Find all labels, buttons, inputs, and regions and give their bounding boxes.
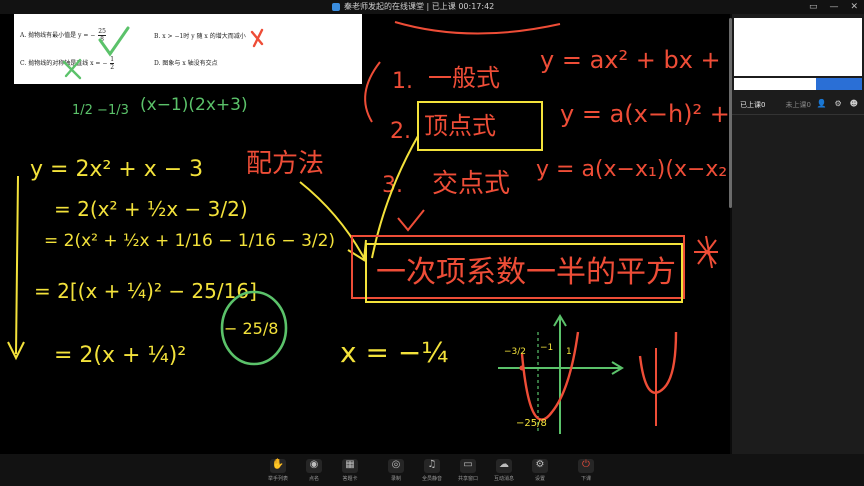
form-2-eq: y = a(x−h)² + k — [560, 100, 730, 128]
yellow-arrow-left — [7, 175, 25, 361]
power-icon: ⏻ — [578, 458, 594, 473]
axis-equation: x = −¼ — [340, 336, 448, 369]
close-icon[interactable]: ✕ — [850, 0, 858, 14]
mute-all-button[interactable]: ♫ 全员静音 — [414, 454, 450, 486]
check-mark-a — [98, 26, 130, 57]
sidebar-icons: 👤 ⚙ ☻ — [817, 99, 858, 108]
sidebar-divider — [732, 114, 864, 115]
graph-root-left — [519, 365, 525, 371]
form-2-name: 顶点式 — [424, 112, 496, 140]
answer-card-button[interactable]: ▦ 答题卡 — [332, 454, 368, 486]
minimize-icon[interactable]: — — [829, 0, 838, 14]
derivation-line-2: = 2(x² + ½x − 3/2) — [54, 197, 248, 221]
video-bar — [734, 78, 862, 90]
tab-absent[interactable]: 未上课0 — [785, 100, 810, 110]
hand-list-button[interactable]: ✋ 举手列表 — [260, 454, 296, 486]
form-3-num: 3. — [382, 173, 403, 198]
end-class-label: 下课 — [580, 475, 591, 482]
tab-attended[interactable]: 已上课0 — [740, 100, 765, 110]
teacher-video — [734, 18, 862, 76]
graph-label-right: 1 — [566, 347, 572, 357]
cross-mark-b — [250, 28, 264, 48]
record-label: 录制 — [390, 475, 401, 482]
red-star — [694, 235, 718, 269]
settings-button[interactable]: ⚙ 设置 — [522, 454, 558, 486]
share-window-label: 共享窗口 — [457, 475, 478, 482]
messages-button[interactable]: ☁ 互动消息 — [486, 454, 522, 486]
end-class-button[interactable]: ⏻ 下课 — [568, 454, 604, 486]
derivation-line-1: y = 2x² + x − 3 — [30, 157, 203, 182]
settings-icon[interactable]: ⚙ — [834, 99, 841, 108]
roll-call-label: 点名 — [308, 475, 319, 482]
record-icon: ◎ — [388, 458, 404, 473]
settings-label: 设置 — [534, 475, 545, 482]
bottom-toolbar: ✋ 举手列表 ◉ 点名 ▦ 答题卡 ◎ 录制 ♫ 全员静音 ▭ 共享窗口 ☁ 互动消息 ⚙ 设置… — [0, 454, 864, 486]
window-controls: ▭ — ✕ — [809, 0, 858, 14]
chat-icon: ☁ — [496, 458, 512, 473]
ink-layer: 1/2 −1/3 (x−1)(2x+3) y = 2x² + x − 3 = 2… — [7, 21, 730, 434]
boxed-phrase: 一次项系数一半的平方 — [376, 255, 676, 290]
red-curve-left — [364, 61, 381, 123]
form-1-name: 一般式 — [428, 64, 500, 92]
factor-text: (x−1)(2x+3) — [140, 95, 248, 115]
mute-icon: ♫ — [424, 458, 440, 473]
app-logo-icon — [332, 3, 340, 11]
record-button[interactable]: ◎ 录制 — [378, 454, 414, 486]
card-icon: ▦ — [342, 458, 358, 473]
red-tick — [397, 209, 425, 232]
restore-icon[interactable]: ▭ — [809, 0, 818, 14]
right-sidebar: 已上课0 未上课0 👤 ⚙ ☻ — [732, 14, 864, 454]
student-tabs: 已上课0 未上课0 — [740, 100, 811, 110]
form-1-eq: y = ax² + bx + c — [540, 46, 730, 74]
form-2-num: 2. — [390, 119, 411, 144]
derivation-line-3: = 2(x² + ½x + 1/16 − 1/16 − 3/2) — [44, 231, 335, 251]
form-1-num: 1. — [392, 69, 413, 94]
gear-icon: ⚙ — [532, 458, 548, 473]
cross-mark-c — [62, 58, 82, 80]
answer-card-label: 答题卡 — [342, 475, 358, 482]
circled-value: − 25/8 — [224, 319, 278, 338]
screen-icon: ▭ — [460, 458, 476, 473]
graph-label-top: −1 — [540, 343, 553, 353]
method-title: 配方法 — [246, 149, 324, 179]
roll-call-button[interactable]: ◉ 点名 — [296, 454, 332, 486]
form-3-name: 交点式 — [432, 169, 510, 199]
graph-label-left: −3/2 — [504, 347, 526, 357]
window-title: 秦老师发起的在线课堂 | 已上课 00:17:42 — [332, 0, 494, 14]
messages-label: 互动消息 — [493, 475, 514, 482]
video-bar-accent — [816, 78, 862, 90]
people-icon[interactable]: ☻ — [850, 99, 858, 108]
derivation-line-4: = 2[(x + ¼)² − 25/16] — [34, 279, 257, 303]
mute-all-label: 全员静音 — [421, 475, 442, 482]
pin-icon: ◉ — [306, 458, 322, 473]
derivation-line-5: = 2(x + ¼)² — [54, 343, 186, 368]
window-title-text: 秦老师发起的在线课堂 | 已上课 00:17:42 — [344, 2, 495, 11]
hand-list-label: 举手列表 — [267, 475, 288, 482]
graph-label-bottom: −25/8 — [516, 418, 547, 429]
factor-fracs: 1/2 −1/3 — [72, 103, 129, 118]
red-small-parabola — [638, 331, 678, 394]
share-window-button[interactable]: ▭ 共享窗口 — [450, 454, 486, 486]
red-arc-top — [394, 21, 561, 35]
form-3-eq: y = a(x−x₁)(x−x₂) — [536, 157, 730, 182]
hand-icon: ✋ — [270, 458, 286, 473]
title-bar: 秦老师发起的在线课堂 | 已上课 00:17:42 ▭ — ✕ — [0, 0, 864, 14]
whiteboard[interactable]: A. 抛物线有最小值是 y = − 25 8 B. x > −1时 y 随 x … — [0, 14, 730, 454]
person-icon[interactable]: 👤 — [817, 99, 827, 108]
